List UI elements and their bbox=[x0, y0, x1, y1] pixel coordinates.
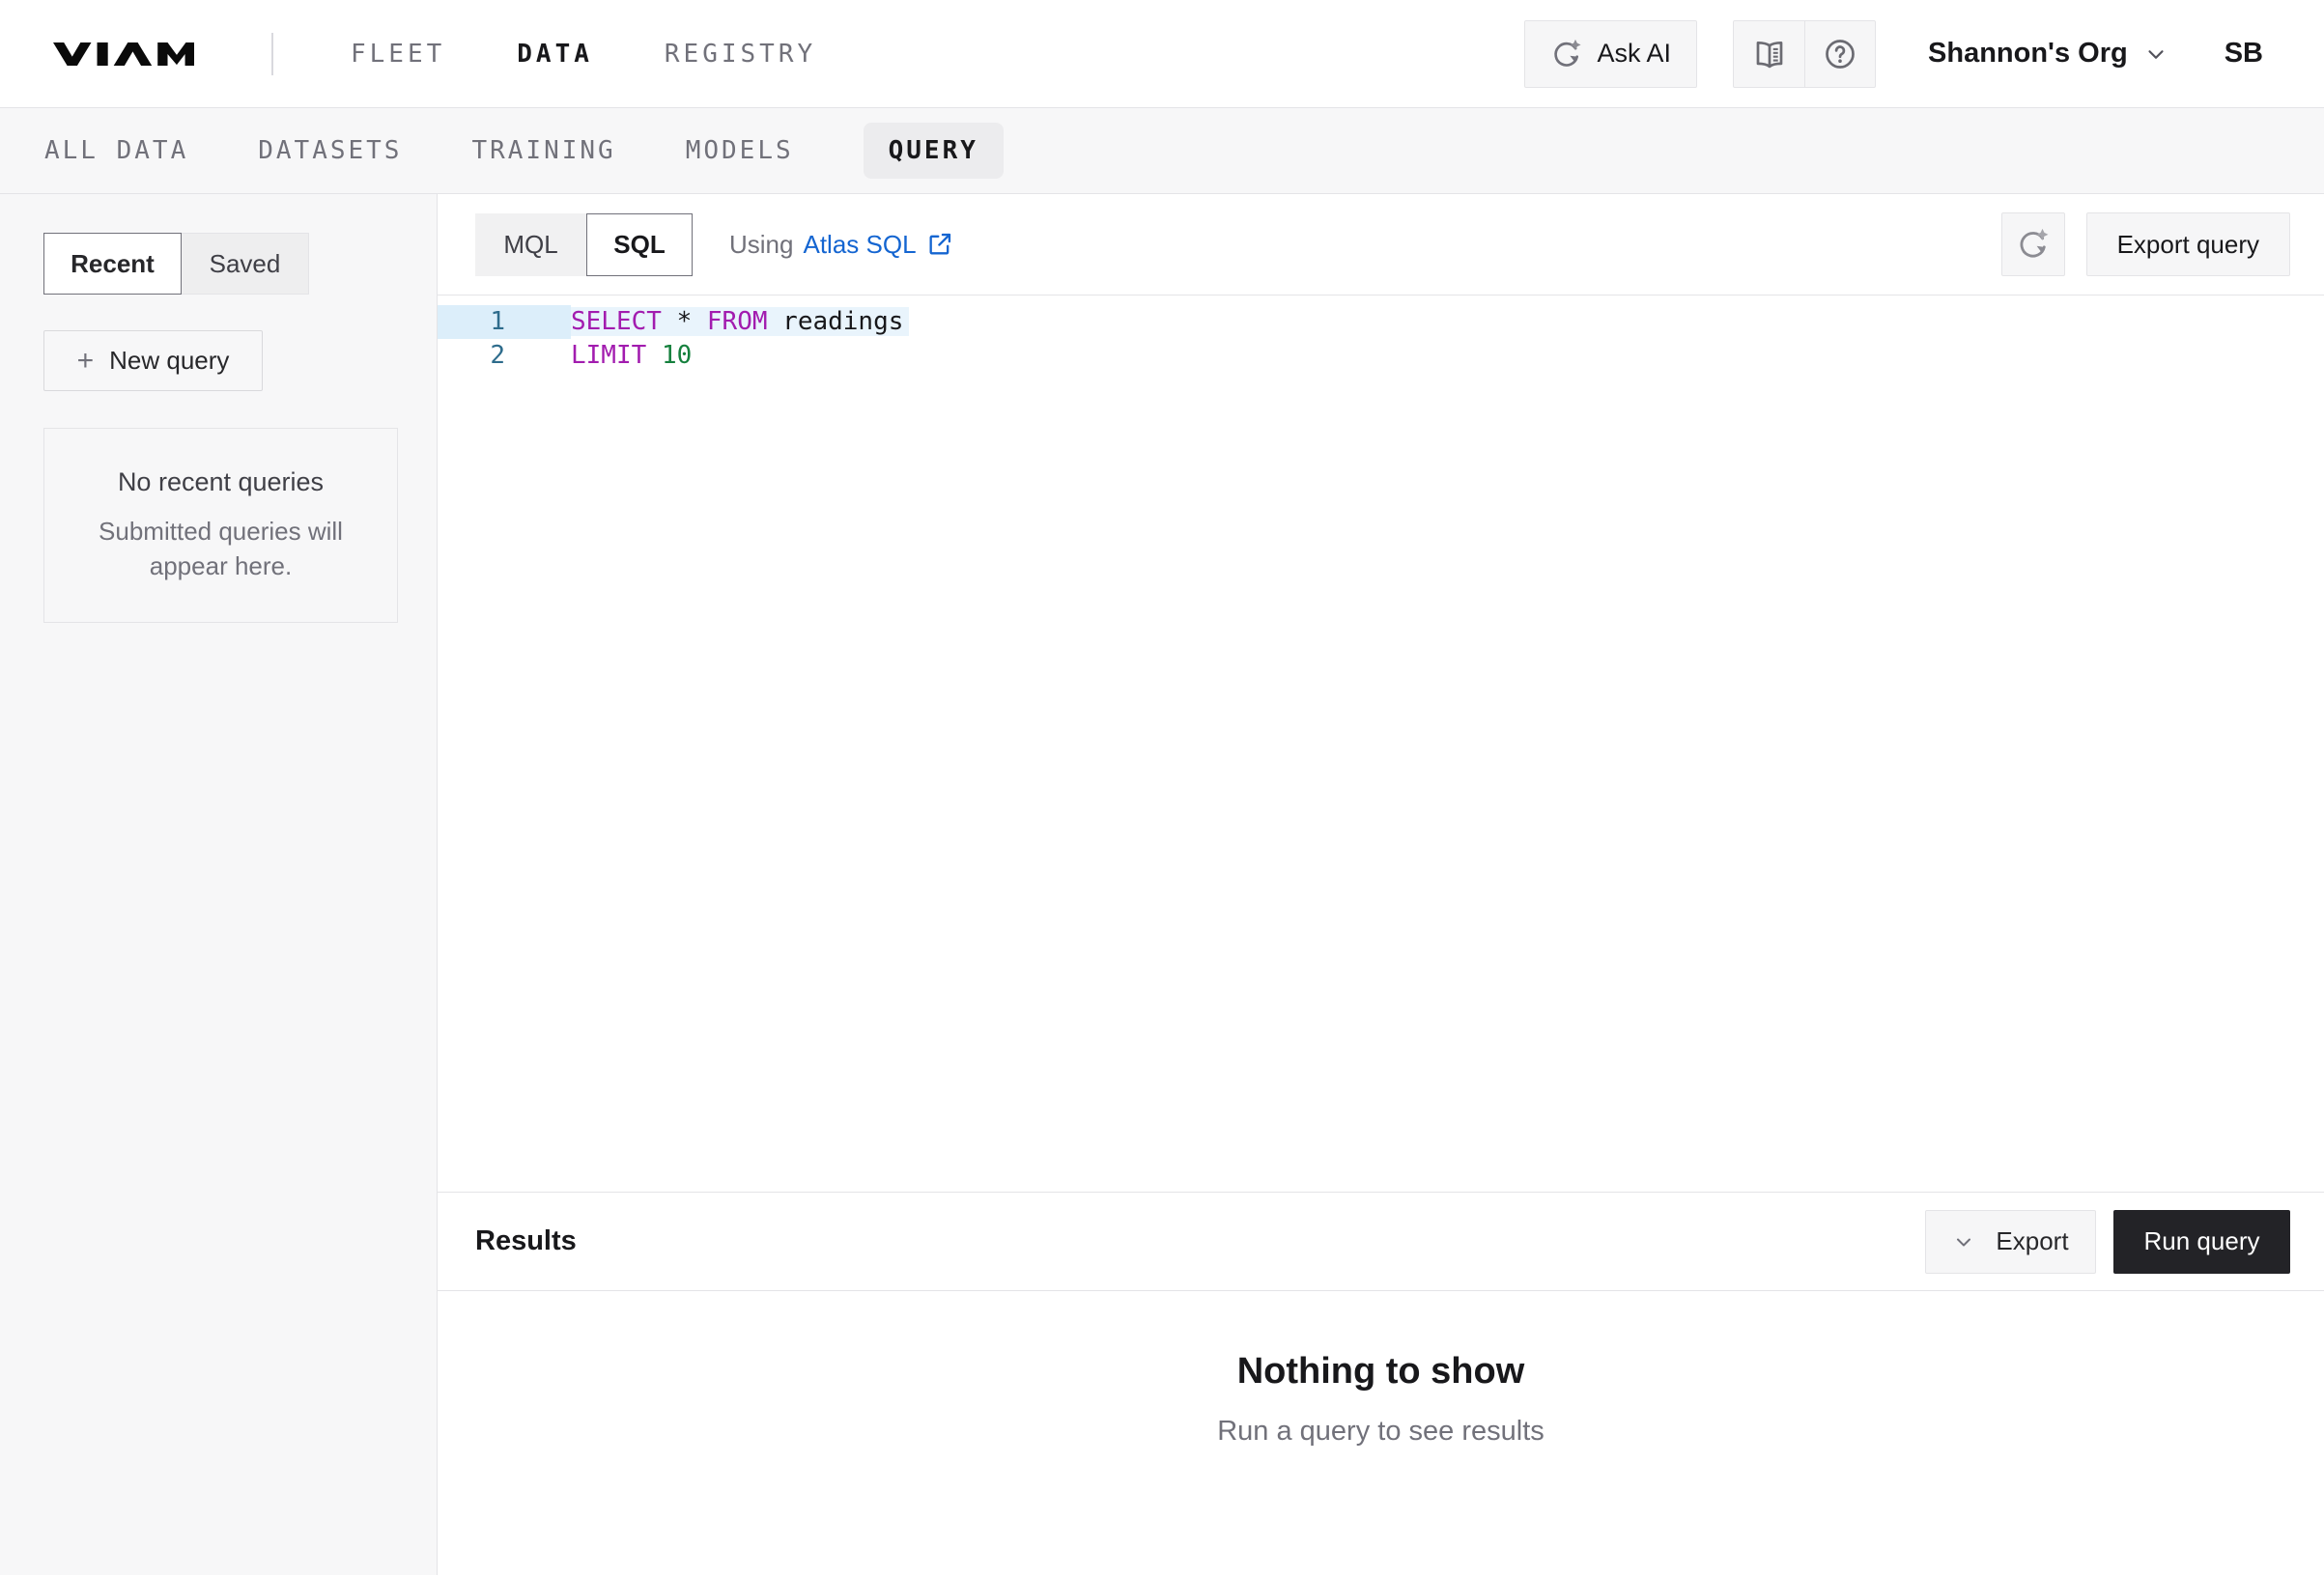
tab-query[interactable]: QUERY bbox=[864, 123, 1004, 179]
nav-fleet[interactable]: FLEET bbox=[351, 40, 445, 69]
using-label: Using bbox=[729, 230, 793, 260]
mql-toggle-button[interactable]: MQL bbox=[475, 213, 586, 276]
help-button[interactable] bbox=[1804, 21, 1875, 87]
results-empty-state: Nothing to show Run a query to see resul… bbox=[438, 1291, 2324, 1575]
new-query-label: New query bbox=[109, 346, 229, 376]
org-switcher[interactable]: Shannon's Org bbox=[1928, 38, 2168, 70]
chevron-down-icon bbox=[1952, 1230, 1975, 1253]
header-right: Ask AI bbox=[1524, 20, 2263, 88]
code-line-1[interactable]: 1 SELECT * FROM readings bbox=[438, 305, 2324, 339]
tab-training[interactable]: TRAINING bbox=[471, 136, 615, 165]
code-text-line-2: LIMIT 10 bbox=[571, 339, 2324, 373]
export-results-label: Export bbox=[1996, 1226, 2068, 1256]
primary-nav: FLEET DATA REGISTRY bbox=[351, 40, 816, 69]
sql-keyword: SELECT bbox=[571, 307, 662, 336]
query-toolbar: MQL SQL Using Atlas SQL bbox=[438, 194, 2324, 295]
tab-datasets[interactable]: DATASETS bbox=[258, 136, 402, 165]
atlas-sql-link[interactable]: Atlas SQL bbox=[803, 230, 952, 260]
org-name: Shannon's Org bbox=[1928, 38, 2128, 70]
ask-ai-label: Ask AI bbox=[1597, 39, 1671, 69]
code-text-line-1: SELECT * FROM readings bbox=[571, 305, 2324, 339]
ai-regenerate-icon bbox=[2016, 227, 2051, 262]
top-header: FLEET DATA REGISTRY Ask AI bbox=[0, 0, 2324, 108]
atlas-sql-label: Atlas SQL bbox=[803, 230, 916, 260]
external-link-icon bbox=[926, 231, 953, 258]
sql-number-literal: 10 bbox=[662, 341, 692, 370]
gutter-line-1: 1 bbox=[438, 305, 571, 339]
tab-all-data[interactable]: ALL DATA bbox=[44, 136, 188, 165]
gutter-line-2: 2 bbox=[438, 339, 571, 373]
sql-keyword: FROM bbox=[707, 307, 768, 336]
recent-saved-toggle: Recent Saved bbox=[43, 233, 398, 295]
chevron-down-icon bbox=[2143, 42, 2168, 67]
line-number: 2 bbox=[438, 339, 505, 373]
no-recent-queries-box: No recent queries Submitted queries will… bbox=[43, 428, 398, 623]
sql-text: readings bbox=[768, 307, 904, 336]
sql-keyword: LIMIT bbox=[571, 341, 646, 370]
help-icon-group bbox=[1733, 20, 1876, 88]
plus-icon: + bbox=[77, 347, 95, 376]
query-main-panel: MQL SQL Using Atlas SQL bbox=[438, 194, 2324, 1575]
sql-text: * bbox=[662, 307, 707, 336]
query-sidebar: Recent Saved + New query No recent queri… bbox=[0, 194, 438, 1575]
export-query-button[interactable]: Export query bbox=[2086, 212, 2290, 276]
viam-logo[interactable] bbox=[53, 40, 194, 69]
results-bar: Results Export Run query bbox=[438, 1192, 2324, 1291]
empty-queries-body: Submitted queries will appear here. bbox=[86, 514, 356, 583]
results-empty-body: Run a query to see results bbox=[1217, 1416, 1545, 1448]
sql-text bbox=[646, 341, 662, 370]
tab-models[interactable]: MODELS bbox=[686, 136, 794, 165]
query-language-toggle: MQL SQL bbox=[475, 213, 693, 276]
sql-code-editor[interactable]: 1 SELECT * FROM readings 2 bbox=[438, 295, 2324, 1192]
export-results-button[interactable]: Export bbox=[1925, 1210, 2096, 1274]
data-tabs-bar: ALL DATA DATASETS TRAINING MODELS QUERY bbox=[0, 108, 2324, 194]
code-line-2[interactable]: 2 LIMIT 10 bbox=[438, 339, 2324, 373]
ask-ai-button[interactable]: Ask AI bbox=[1524, 20, 1697, 88]
sql-toggle-button[interactable]: SQL bbox=[586, 213, 693, 276]
empty-queries-title: No recent queries bbox=[118, 467, 324, 497]
header-divider bbox=[271, 33, 273, 75]
help-icon bbox=[1823, 37, 1857, 71]
results-title: Results bbox=[475, 1225, 577, 1257]
ai-regenerate-button[interactable] bbox=[2001, 212, 2065, 276]
documentation-button[interactable] bbox=[1734, 21, 1804, 87]
content: Recent Saved + New query No recent queri… bbox=[0, 194, 2324, 1575]
ai-sparkle-refresh-icon bbox=[1550, 38, 1583, 70]
viam-data-query-app: FLEET DATA REGISTRY Ask AI bbox=[0, 0, 2324, 1575]
avatar[interactable]: SB bbox=[2225, 38, 2263, 70]
viam-logo-icon bbox=[53, 40, 194, 69]
saved-tab-button[interactable]: Saved bbox=[182, 233, 309, 295]
new-query-button[interactable]: + New query bbox=[43, 330, 263, 391]
recent-tab-button[interactable]: Recent bbox=[43, 233, 182, 295]
book-icon bbox=[1752, 37, 1787, 71]
results-empty-title: Nothing to show bbox=[1237, 1351, 1525, 1393]
nav-registry[interactable]: REGISTRY bbox=[665, 40, 816, 69]
run-query-button[interactable]: Run query bbox=[2113, 1210, 2290, 1274]
nav-data[interactable]: DATA bbox=[517, 40, 593, 69]
